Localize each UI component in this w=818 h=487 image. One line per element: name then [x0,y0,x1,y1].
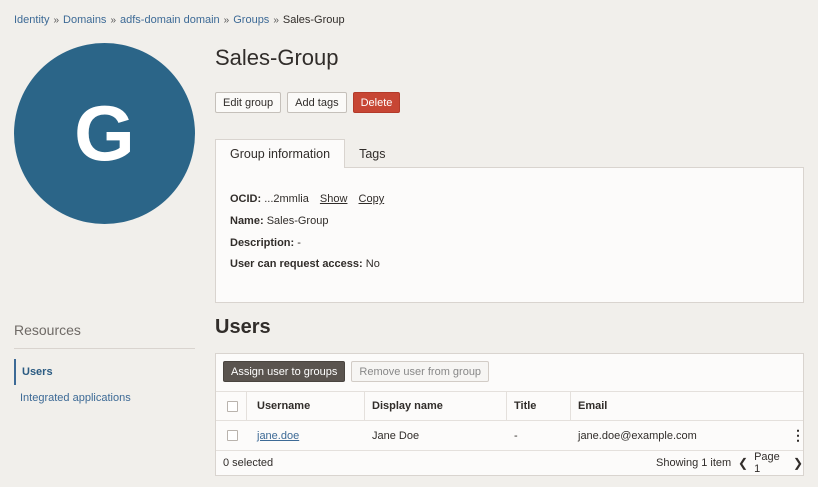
pager: ❮ Page 1 ❯ [738,451,803,475]
group-information-panel: OCID: ...2mmlia Show Copy Name: Sales-Gr… [215,167,804,303]
column-header-email[interactable]: Email [578,392,607,420]
resources-divider [14,348,195,349]
edit-group-button[interactable]: Edit group [215,92,282,113]
column-divider [246,392,247,420]
assign-user-button[interactable]: Assign user to groups [223,361,346,382]
column-divider [570,392,571,420]
users-table-panel: Assign user to groups Remove user from g… [215,353,805,476]
column-header-username[interactable]: Username [257,392,310,420]
selected-count: 0 selected [223,457,274,469]
breadcrumb-groups[interactable]: Groups [233,14,269,26]
resources-item-integrated-applications[interactable]: Integrated applications [14,385,195,411]
row-actions-cell: ⋮ [791,421,805,450]
remove-user-button[interactable]: Remove user from group [351,361,490,382]
avatar-letter: G [74,89,135,177]
username-link[interactable]: jane.doe [257,430,299,442]
title-cell: - [514,429,518,442]
request-access-label: User can request access: [230,258,363,270]
resources-item-users[interactable]: Users [14,359,195,385]
request-access-row: User can request access: No [230,258,380,270]
kebab-menu-icon[interactable]: ⋮ [791,427,805,444]
row-checkbox-cell [227,421,238,450]
description-value: - [297,237,301,249]
detail-tabs: Group information Tags [215,139,399,168]
copy-ocid-link[interactable]: Copy [359,193,385,205]
description-label: Description: [230,237,295,249]
page-title: Sales-Group [215,45,339,70]
select-all-checkbox[interactable] [227,400,238,412]
group-avatar: G [14,43,195,224]
breadcrumb-separator: » [53,14,60,26]
table-row: jane.doe Jane Doe - jane.doe@example.com… [216,421,805,451]
breadcrumb-separator: » [110,14,116,26]
display-name-cell: Jane Doe [372,429,420,442]
breadcrumb-current: Sales-Group [282,14,345,26]
users-toolbar: Assign user to groups Remove user from g… [223,361,490,382]
breadcrumb-domain[interactable]: adfs-domain domain [120,14,220,26]
showing-count: Showing 1 item [656,457,732,469]
page-indicator: Page 1 [754,451,780,475]
select-all-checkbox-cell [227,392,238,420]
table-header: Username Display name Title Email [216,391,803,421]
chevron-left-icon[interactable]: ❮ [738,456,748,470]
request-access-value: No [365,258,380,270]
breadcrumb-identity[interactable]: Identity [14,14,49,26]
breadcrumb-domains[interactable]: Domains [63,14,106,26]
column-divider [364,392,365,420]
breadcrumb-separator: » [273,14,279,26]
name-label: Name: [230,215,264,227]
show-ocid-link[interactable]: Show [320,193,348,205]
chevron-right-icon[interactable]: ❯ [793,456,803,470]
users-section-title: Users [215,316,271,338]
tab-tags[interactable]: Tags [345,139,399,168]
column-divider [506,392,507,420]
add-tags-button[interactable]: Add tags [287,92,347,113]
ocid-label: OCID: [230,193,262,205]
name-row: Name: Sales-Group [230,215,328,227]
username-cell: jane.doe [257,421,299,450]
column-header-display-name[interactable]: Display name [372,392,443,420]
breadcrumb-separator: » [223,14,230,26]
name-value: Sales-Group [266,215,329,227]
action-bar: Edit group Add tags Delete [215,92,401,113]
breadcrumb: Identity » Domains » adfs-domain domain … [14,14,345,26]
column-header-title[interactable]: Title [514,392,536,420]
tab-group-information[interactable]: Group information [215,139,346,168]
ocid-row: OCID: ...2mmlia Show Copy [230,193,384,205]
ocid-value: ...2mmlia [264,193,309,205]
resources-title: Resources [14,322,81,338]
description-row: Description: - [230,237,301,249]
table-footer: 0 selected Showing 1 item ❮ Page 1 ❯ [216,451,803,475]
email-cell: jane.doe@example.com [578,429,697,442]
delete-button[interactable]: Delete [352,92,401,113]
row-checkbox[interactable] [227,430,238,441]
